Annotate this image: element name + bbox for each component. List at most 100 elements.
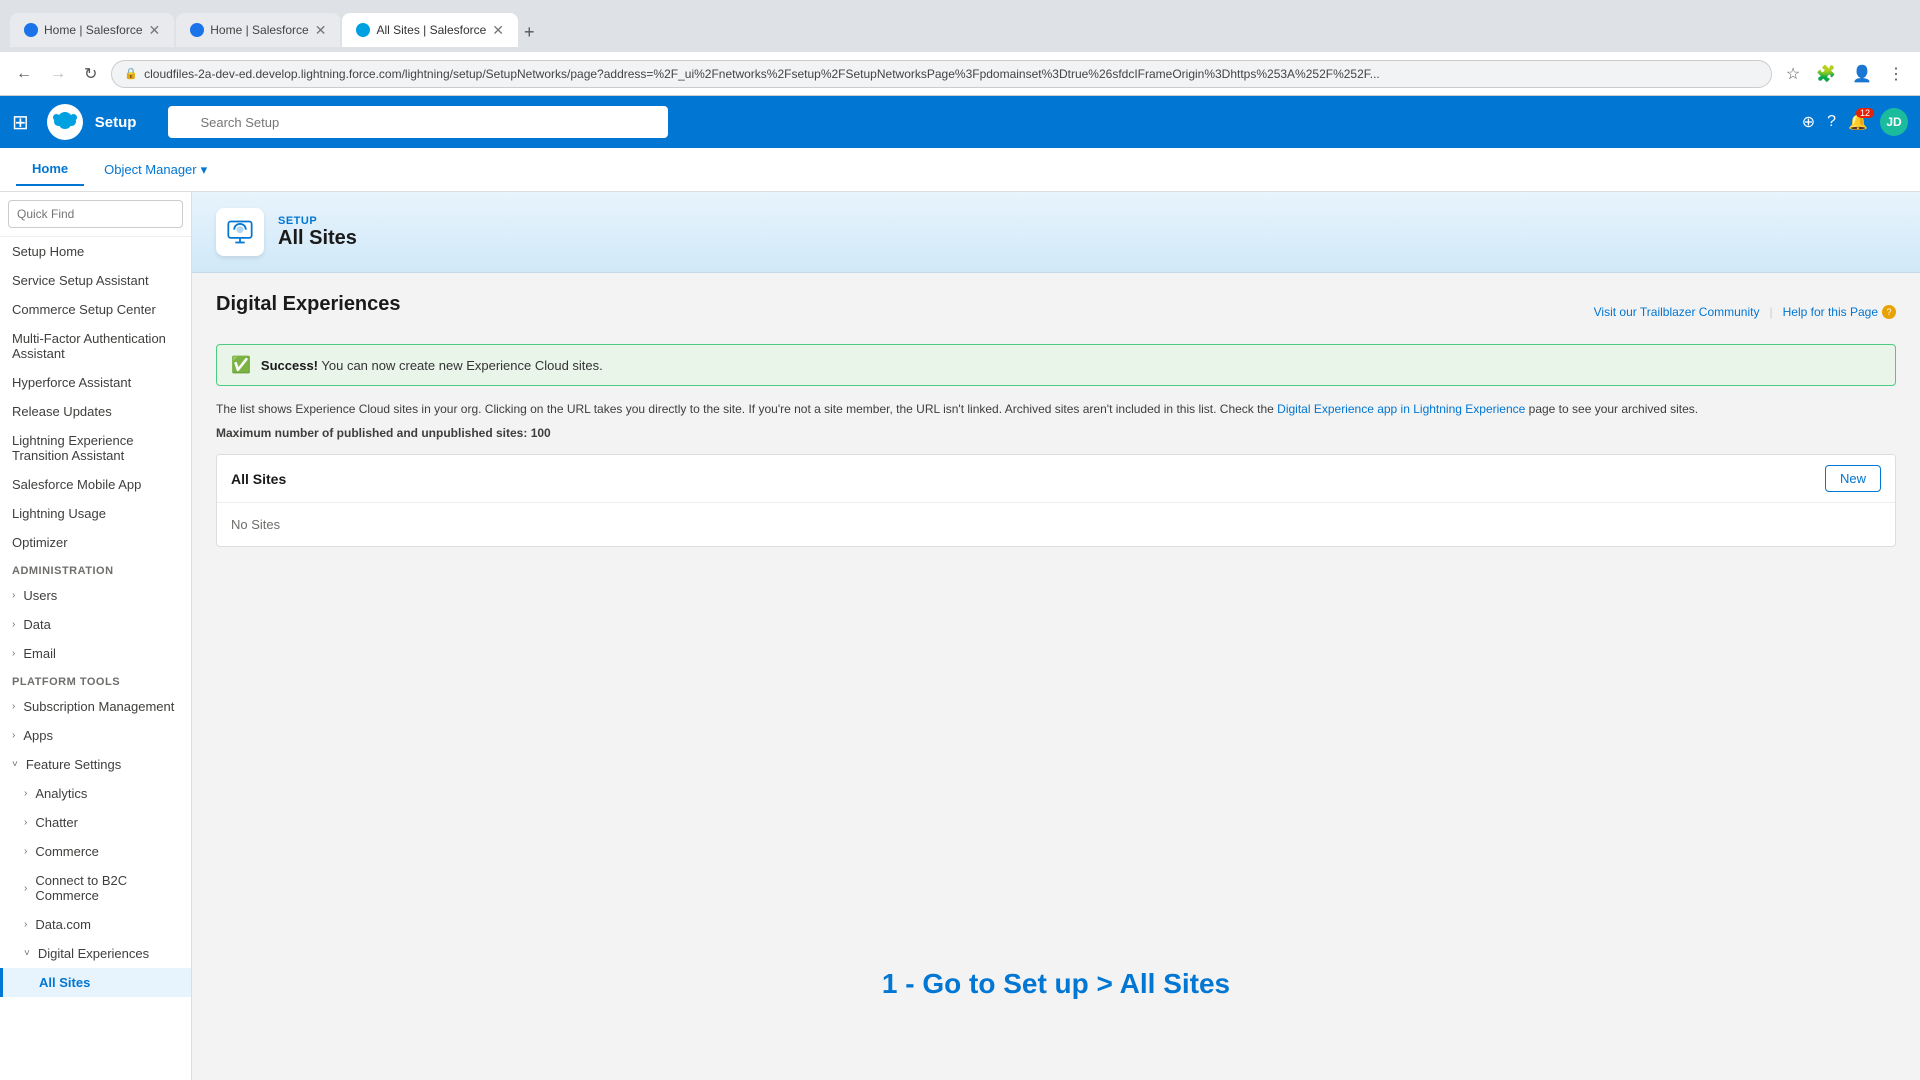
sidebar-item-commerce-setup[interactable]: Commerce Setup Center bbox=[0, 295, 191, 324]
sidebar-item-email[interactable]: › Email bbox=[0, 639, 191, 668]
sidebar-item-optimizer[interactable]: Optimizer bbox=[0, 528, 191, 557]
sidebar-search-wrapper bbox=[0, 192, 191, 237]
chevron-down-icon-3: ˅ bbox=[24, 948, 30, 959]
setup-label[interactable]: Setup bbox=[95, 114, 137, 131]
help-circle-icon: ? bbox=[1882, 305, 1896, 319]
info-text-before: The list shows Experience Cloud sites in… bbox=[216, 402, 1277, 416]
sub-nav: Home Object Manager ▾ bbox=[0, 148, 1920, 192]
browser-tab-1[interactable]: Home | Salesforce ✕ bbox=[10, 13, 174, 47]
sidebar-item-hyperforce[interactable]: Hyperforce Assistant bbox=[0, 368, 191, 397]
profile-button[interactable]: 👤 bbox=[1848, 60, 1876, 88]
sidebar-item-datacom[interactable]: › Data.com bbox=[0, 910, 191, 939]
success-icon: ✅ bbox=[231, 355, 251, 375]
address-bar[interactable]: 🔒 cloudfiles-2a-dev-ed.develop.lightning… bbox=[111, 60, 1771, 88]
help-link[interactable]: Help for this Page ? bbox=[1783, 305, 1896, 319]
browser-chrome: Home | Salesforce ✕ Home | Salesforce ✕ … bbox=[0, 0, 1920, 52]
tab-close-1[interactable]: ✕ bbox=[149, 22, 161, 39]
extensions-button[interactable]: 🧩 bbox=[1812, 60, 1840, 88]
sidebar-item-data[interactable]: › Data bbox=[0, 610, 191, 639]
browser-tab-3[interactable]: All Sites | Salesforce ✕ bbox=[342, 13, 518, 47]
chevron-right-icon-7: › bbox=[24, 817, 27, 828]
browser-actions: ☆ 🧩 👤 ⋮ bbox=[1782, 60, 1908, 88]
sidebar-search-input[interactable] bbox=[8, 200, 183, 228]
add-icon[interactable]: ⊕ bbox=[1802, 112, 1815, 132]
page-title: All Sites bbox=[278, 227, 357, 250]
info-text-after: page to see your archived sites. bbox=[1529, 402, 1698, 416]
tab-close-3[interactable]: ✕ bbox=[492, 22, 504, 39]
sub-nav-home[interactable]: Home bbox=[16, 153, 84, 186]
url-text: cloudfiles-2a-dev-ed.develop.lightning.f… bbox=[144, 67, 1759, 81]
header-right: ⊕ ? 🔔 12 JD bbox=[1802, 108, 1908, 136]
sidebar-item-release-updates[interactable]: Release Updates bbox=[0, 397, 191, 426]
reload-button[interactable]: ↻ bbox=[80, 60, 101, 88]
success-body: You can now create new Experience Cloud … bbox=[321, 358, 602, 373]
app-header: ⊞ Setup 🔍 ⊕ ? 🔔 12 JD bbox=[0, 96, 1920, 148]
sites-table-header: All Sites New bbox=[217, 455, 1895, 503]
sidebar-item-commerce[interactable]: › Commerce bbox=[0, 837, 191, 866]
sub-nav-object-manager[interactable]: Object Manager ▾ bbox=[88, 154, 223, 186]
sidebar-item-chatter[interactable]: › Chatter bbox=[0, 808, 191, 837]
content-title: Digital Experiences bbox=[216, 293, 401, 316]
tab-favicon-1 bbox=[24, 23, 38, 37]
setup-label-text: SETUP bbox=[278, 215, 357, 227]
trailblazer-link[interactable]: Visit our Trailblazer Community bbox=[1594, 305, 1760, 319]
help-icon[interactable]: ? bbox=[1827, 113, 1836, 131]
sidebar-item-apps[interactable]: › Apps bbox=[0, 721, 191, 750]
page-header-icon bbox=[216, 208, 264, 256]
chevron-right-icon-2: › bbox=[12, 619, 15, 630]
chevron-right-icon: › bbox=[12, 590, 15, 601]
chevron-right-icon-9: › bbox=[24, 883, 27, 894]
sidebar-item-analytics[interactable]: › Analytics bbox=[0, 779, 191, 808]
tab-close-2[interactable]: ✕ bbox=[315, 22, 327, 39]
sidebar-item-all-sites[interactable]: All Sites bbox=[0, 968, 191, 997]
help-link-text: Help for this Page bbox=[1783, 305, 1878, 319]
content-area: SETUP All Sites Digital Experiences Visi… bbox=[192, 192, 1920, 567]
chevron-right-icon-4: › bbox=[12, 701, 15, 712]
waffle-icon[interactable]: ⊞ bbox=[12, 110, 29, 135]
sidebar-item-lightning-transition[interactable]: Lightning Experience Transition Assistan… bbox=[0, 426, 191, 470]
chevron-right-icon-10: › bbox=[24, 919, 27, 930]
platform-section-header: PLATFORM TOOLS bbox=[0, 668, 191, 692]
sidebar-item-connect-b2c[interactable]: › Connect to B2C Commerce bbox=[0, 866, 191, 910]
sidebar-item-subscription[interactable]: › Subscription Management bbox=[0, 692, 191, 721]
chevron-right-icon-8: › bbox=[24, 846, 27, 857]
sidebar-item-users[interactable]: › Users bbox=[0, 581, 191, 610]
menu-button[interactable]: ⋮ bbox=[1884, 60, 1908, 88]
back-button[interactable]: ← bbox=[12, 61, 36, 87]
forward-button[interactable]: → bbox=[46, 61, 70, 87]
sites-table: All Sites New No Sites bbox=[216, 454, 1896, 547]
sidebar-item-mfa[interactable]: Multi-Factor Authentication Assistant bbox=[0, 324, 191, 368]
chevron-right-icon-6: › bbox=[24, 788, 27, 799]
new-site-button[interactable]: New bbox=[1825, 465, 1881, 492]
info-text: The list shows Experience Cloud sites in… bbox=[216, 400, 1896, 418]
page-header-text: SETUP All Sites bbox=[278, 215, 357, 250]
notification-icon[interactable]: 🔔 12 bbox=[1848, 112, 1868, 132]
browser-tabs: Home | Salesforce ✕ Home | Salesforce ✕ … bbox=[10, 13, 1910, 47]
new-tab-button[interactable]: + bbox=[520, 18, 539, 47]
sidebar-item-mobile-app[interactable]: Salesforce Mobile App bbox=[0, 470, 191, 499]
salesforce-logo bbox=[47, 104, 83, 140]
avatar[interactable]: JD bbox=[1880, 108, 1908, 136]
sites-table-body: No Sites bbox=[217, 503, 1895, 546]
tab-label-3: All Sites | Salesforce bbox=[376, 23, 486, 37]
sidebar: Setup Home Service Setup Assistant Comme… bbox=[0, 192, 192, 1080]
watermark-text: 1 - Go to Set up > All Sites bbox=[882, 968, 1230, 1000]
sidebar-item-setup-home[interactable]: Setup Home bbox=[0, 237, 191, 266]
search-input[interactable] bbox=[168, 106, 668, 138]
browser-tab-2[interactable]: Home | Salesforce ✕ bbox=[176, 13, 340, 47]
browser-addressbar: ← → ↻ 🔒 cloudfiles-2a-dev-ed.develop.lig… bbox=[0, 52, 1920, 96]
bookmark-button[interactable]: ☆ bbox=[1782, 60, 1804, 88]
sidebar-item-digital-experiences[interactable]: ˅ Digital Experiences bbox=[0, 939, 191, 968]
digital-experience-link[interactable]: Digital Experience app in Lightning Expe… bbox=[1277, 402, 1525, 416]
notification-badge: 12 bbox=[1856, 108, 1874, 118]
content-inner: Digital Experiences Visit our Trailblaze… bbox=[192, 273, 1920, 567]
success-bold: Success! bbox=[261, 358, 318, 373]
sites-table-title: All Sites bbox=[231, 471, 286, 487]
chevron-down-icon: ▾ bbox=[201, 162, 208, 178]
sidebar-item-service-setup[interactable]: Service Setup Assistant bbox=[0, 266, 191, 295]
chevron-right-icon-3: › bbox=[12, 648, 15, 659]
tab-favicon-2 bbox=[190, 23, 204, 37]
chevron-right-icon-5: › bbox=[12, 730, 15, 741]
sidebar-item-feature-settings[interactable]: ˅ Feature Settings bbox=[0, 750, 191, 779]
sidebar-item-lightning-usage[interactable]: Lightning Usage bbox=[0, 499, 191, 528]
